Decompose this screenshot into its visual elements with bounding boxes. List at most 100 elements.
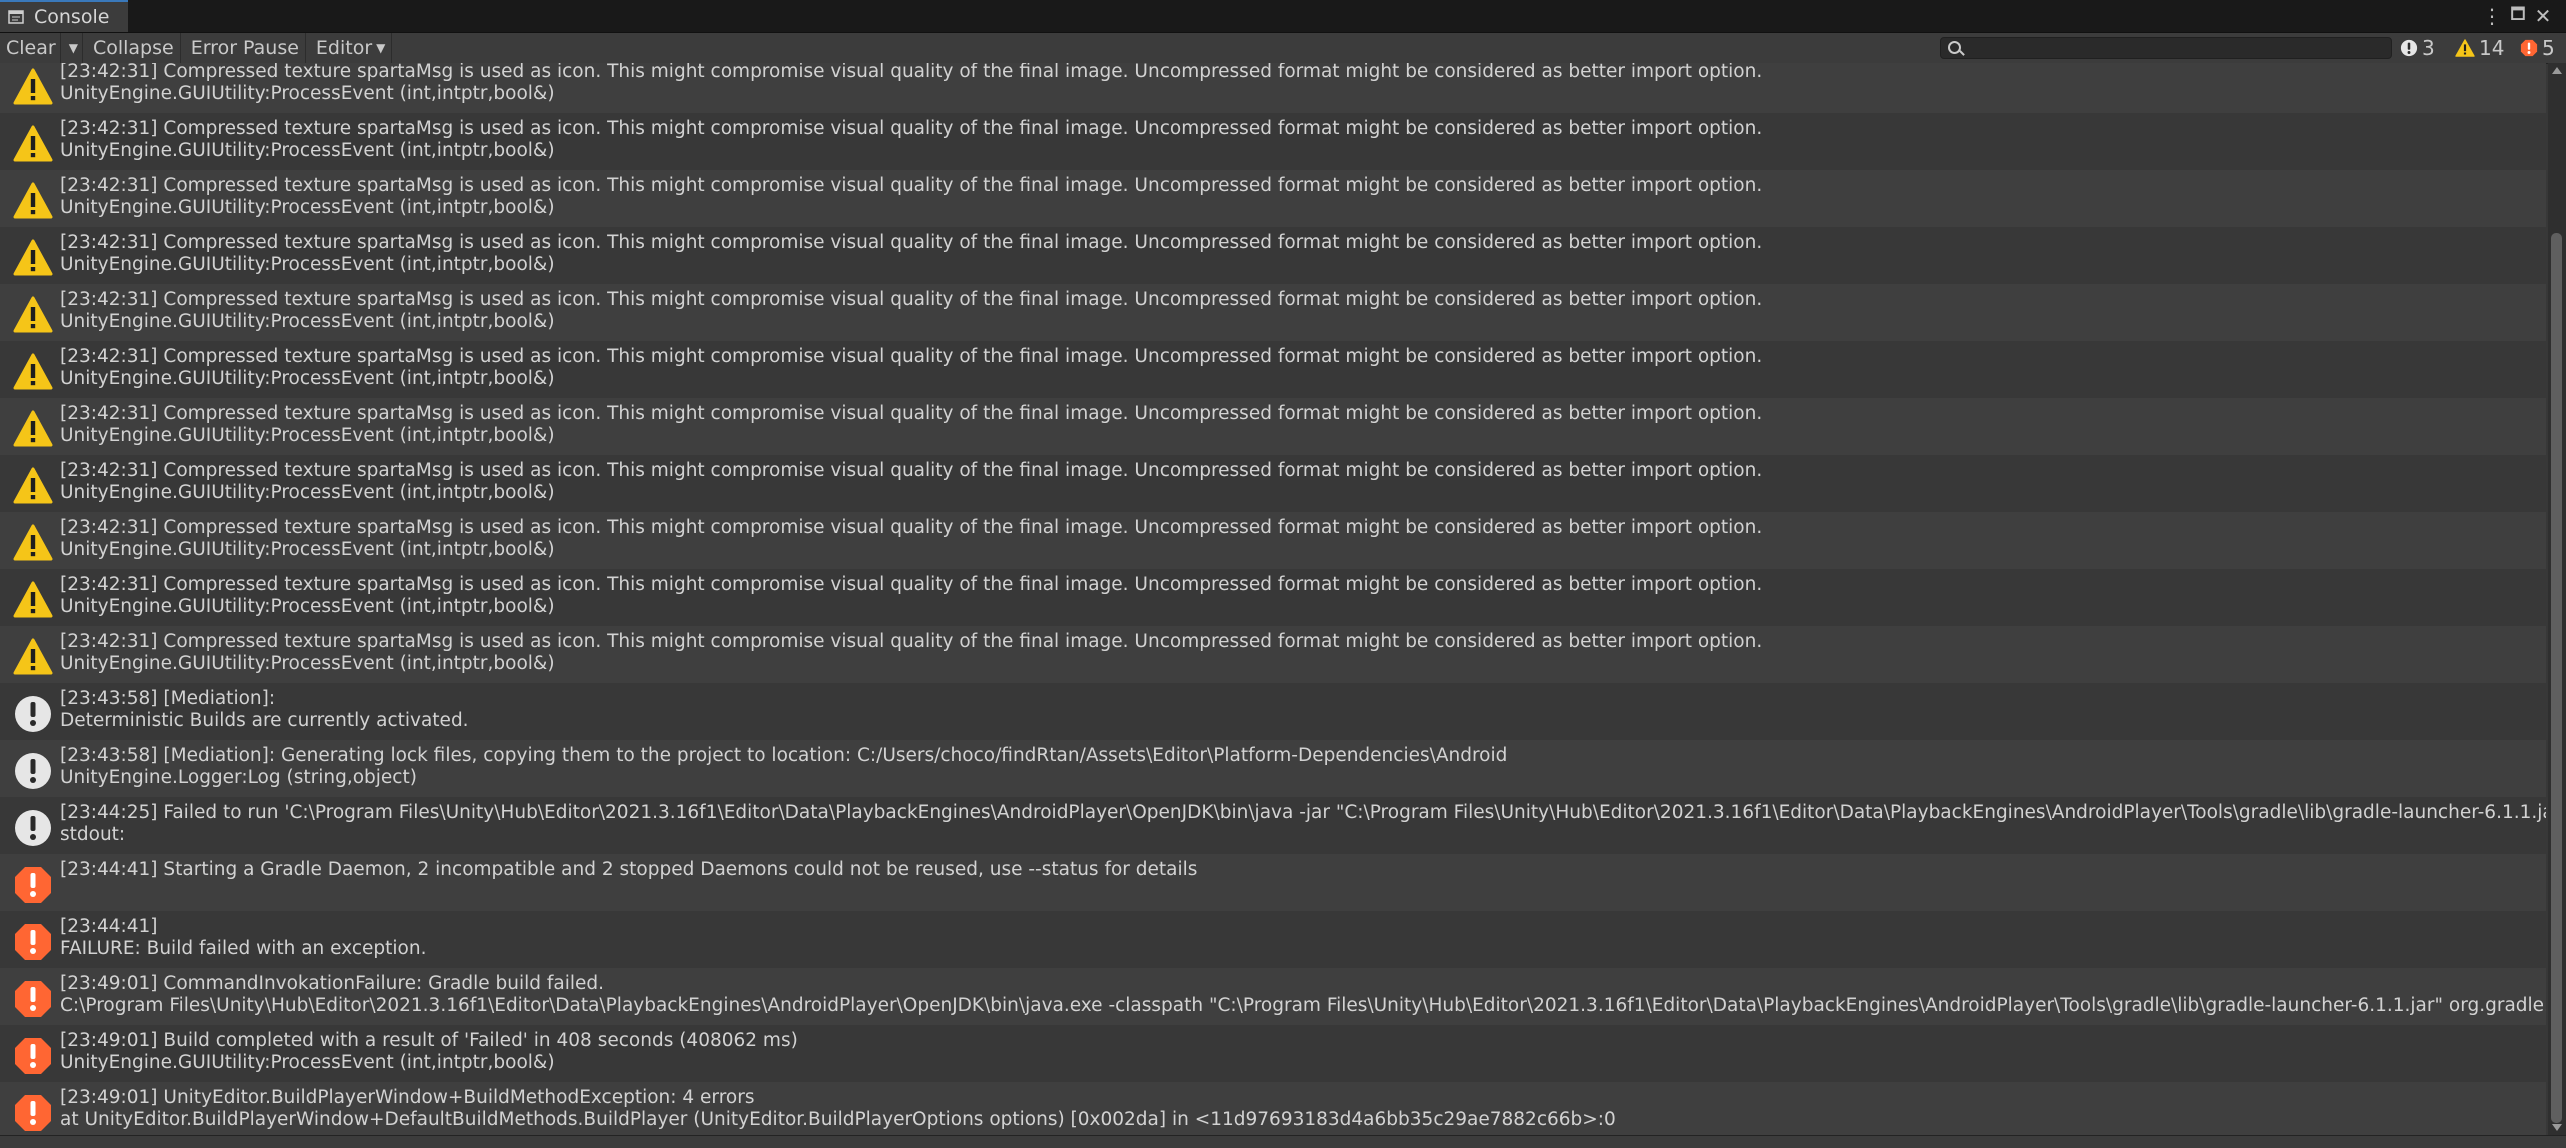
log-entry-detail: UnityEngine.GUIUtility:ProcessEvent (int…: [60, 653, 555, 674]
scrollbar-thumb[interactable]: [2551, 233, 2562, 1123]
log-entry-detail: UnityEngine.GUIUtility:ProcessEvent (int…: [60, 482, 555, 503]
log-entry-warning[interactable]: [23:42:31] Compressed texture spartaMsg …: [0, 341, 2546, 398]
collapse-toggle-label: Collapse: [92, 37, 174, 59]
log-entry-warning[interactable]: [23:42:31] Compressed texture spartaMsg …: [0, 626, 2546, 683]
log-entry-message: [23:42:31] Compressed texture spartaMsg …: [60, 346, 1763, 367]
log-entry-error[interactable]: [23:49:01] UnityEditor.BuildPlayerWindow…: [0, 1082, 2546, 1135]
warning-icon: [12, 180, 54, 222]
warning-icon: [12, 294, 54, 336]
log-entry-error[interactable]: [23:49:01] Build completed with a result…: [0, 1025, 2546, 1082]
console-toolbar: Clear ▼ Collapse Error Pause Editor ▼ 3 …: [0, 33, 2566, 64]
error-icon: [12, 1092, 54, 1134]
log-entry-detail: C:\Program Files\Unity\Hub\Editor\2021.3…: [60, 995, 2546, 1016]
info-icon: [12, 750, 54, 792]
search-icon: [1948, 41, 1961, 54]
clear-button-label: Clear: [6, 37, 56, 59]
log-entry-detail: FAILURE: Build failed with an exception.: [60, 938, 427, 959]
tab-console[interactable]: Console: [0, 0, 128, 32]
log-entry-info[interactable]: [23:44:25] Failed to run 'C:\Program Fil…: [0, 797, 2546, 854]
clear-options-dropdown[interactable]: ▼: [61, 33, 83, 63]
console-tab-bar: Console ⋮ 🗖 ✕: [0, 0, 2566, 33]
kebab-menu-icon[interactable]: ⋮: [2479, 0, 2505, 32]
log-entry-message: [23:42:31] Compressed texture spartaMsg …: [60, 517, 1763, 538]
log-entry-message: [23:44:25] Failed to run 'C:\Program Fil…: [60, 802, 2546, 823]
maximize-icon[interactable]: 🗖: [2505, 0, 2531, 32]
chevron-down-icon: ▼: [376, 41, 386, 55]
log-entry-warning[interactable]: [23:42:31] Compressed texture spartaMsg …: [0, 227, 2546, 284]
log-entry-detail: UnityEngine.GUIUtility:ProcessEvent (int…: [60, 368, 555, 389]
warning-icon: [12, 66, 54, 108]
console-icon: [8, 10, 24, 24]
error-icon: [12, 864, 54, 906]
info-icon: [12, 807, 54, 849]
search-input[interactable]: [1940, 37, 2392, 59]
log-entry-warning[interactable]: [23:42:31] Compressed texture spartaMsg …: [0, 170, 2546, 227]
warning-icon: [12, 408, 54, 450]
error-icon: [2520, 39, 2538, 57]
log-entry-warning[interactable]: [23:42:31] Compressed texture spartaMsg …: [0, 512, 2546, 569]
log-entry-error[interactable]: [23:44:41] FAILURE: Build failed with an …: [0, 911, 2546, 968]
tab-console-label: Console: [34, 6, 110, 28]
error-icon: [12, 921, 54, 963]
log-entry-message: [23:42:31] Compressed texture spartaMsg …: [60, 232, 1763, 253]
log-entry-warning[interactable]: [23:42:31] Compressed texture spartaMsg …: [0, 113, 2546, 170]
log-entry-detail: UnityEngine.GUIUtility:ProcessEvent (int…: [60, 83, 555, 104]
log-entry-error[interactable]: [23:44:41] Starting a Gradle Daemon, 2 i…: [0, 854, 2546, 911]
clear-button[interactable]: Clear: [0, 33, 61, 63]
log-entry-detail: UnityEngine.GUIUtility:ProcessEvent (int…: [60, 254, 555, 275]
warning-icon: [12, 237, 54, 279]
log-entry-detail: UnityEngine.GUIUtility:ProcessEvent (int…: [60, 1052, 555, 1073]
error-count-toggle[interactable]: 5: [2520, 33, 2555, 63]
log-entry-detail: UnityEngine.GUIUtility:ProcessEvent (int…: [60, 596, 555, 617]
log-entry-error[interactable]: [23:49:01] CommandInvokationFailure: Gra…: [0, 968, 2546, 1025]
log-entry-detail: UnityEngine.GUIUtility:ProcessEvent (int…: [60, 197, 555, 218]
log-entry-detail: at UnityEditor.BuildPlayerWindow+Default…: [60, 1109, 1616, 1130]
scroll-up-icon[interactable]: [2552, 67, 2562, 74]
log-entry-detail: UnityEngine.GUIUtility:ProcessEvent (int…: [60, 311, 555, 332]
log-entry-warning[interactable]: [23:42:31] Compressed texture spartaMsg …: [0, 398, 2546, 455]
log-list[interactable]: [23:42:31] Compressed texture spartaMsg …: [0, 63, 2546, 1135]
log-entry-warning[interactable]: [23:42:31] Compressed texture spartaMsg …: [0, 63, 2546, 113]
log-entry-message: [23:43:58] [Mediation]:: [60, 688, 276, 709]
log-entry-message: [23:42:31] Compressed texture spartaMsg …: [60, 403, 1763, 424]
warning-count: 14: [2479, 36, 2505, 60]
log-entry-message: [23:49:01] CommandInvokationFailure: Gra…: [60, 973, 605, 994]
log-entry-detail: UnityEngine.GUIUtility:ProcessEvent (int…: [60, 140, 555, 161]
warning-icon: [2455, 39, 2475, 57]
editor-dropdown-label: Editor: [315, 37, 373, 59]
log-entry-message: [23:42:31] Compressed texture spartaMsg …: [60, 631, 1763, 652]
log-entry-info[interactable]: [23:43:58] [Mediation]: Generating lock …: [0, 740, 2546, 797]
log-entry-info[interactable]: [23:43:58] [Mediation]: Deterministic Bui…: [0, 683, 2546, 740]
error-pause-toggle[interactable]: Error Pause: [181, 33, 306, 63]
log-entry-warning[interactable]: [23:42:31] Compressed texture spartaMsg …: [0, 569, 2546, 626]
vertical-scrollbar[interactable]: [2548, 63, 2566, 1135]
chevron-down-icon: ▼: [68, 41, 78, 55]
warning-icon: [12, 522, 54, 564]
warning-count-toggle[interactable]: 14: [2455, 33, 2504, 63]
log-entries: [23:42:31] Compressed texture spartaMsg …: [0, 63, 2546, 1135]
log-entry-message: [23:42:31] Compressed texture spartaMsg …: [60, 175, 1763, 196]
error-count: 5: [2542, 36, 2555, 60]
log-entry-message: [23:49:01] Build completed with a result…: [60, 1030, 798, 1051]
log-entry-message: [23:42:31] Compressed texture spartaMsg …: [60, 574, 1763, 595]
log-entry-detail: UnityEngine.GUIUtility:ProcessEvent (int…: [60, 539, 555, 560]
info-icon: [12, 693, 54, 735]
info-icon: [2400, 39, 2418, 57]
log-entry-message: [23:44:41]: [60, 916, 158, 937]
log-entry-message: [23:44:41] Starting a Gradle Daemon, 2 i…: [60, 859, 1198, 880]
collapse-toggle[interactable]: Collapse: [83, 33, 181, 63]
info-count-toggle[interactable]: 3: [2400, 33, 2435, 63]
scroll-down-icon[interactable]: [2552, 1124, 2562, 1131]
warning-icon: [12, 465, 54, 507]
log-entry-warning[interactable]: [23:42:31] Compressed texture spartaMsg …: [0, 284, 2546, 341]
log-entry-detail: UnityEngine.GUIUtility:ProcessEvent (int…: [60, 425, 555, 446]
editor-dropdown[interactable]: Editor ▼: [306, 33, 393, 63]
close-icon[interactable]: ✕: [2530, 0, 2556, 32]
warning-icon: [12, 351, 54, 393]
log-entry-detail: UnityEngine.Logger:Log (string,object): [60, 767, 417, 788]
info-count: 3: [2422, 36, 2435, 60]
log-entry-warning[interactable]: [23:42:31] Compressed texture spartaMsg …: [0, 455, 2546, 512]
log-entry-message: [23:49:01] UnityEditor.BuildPlayerWindow…: [60, 1087, 755, 1108]
log-entry-message: [23:42:31] Compressed texture spartaMsg …: [60, 460, 1763, 481]
warning-icon: [12, 123, 54, 165]
